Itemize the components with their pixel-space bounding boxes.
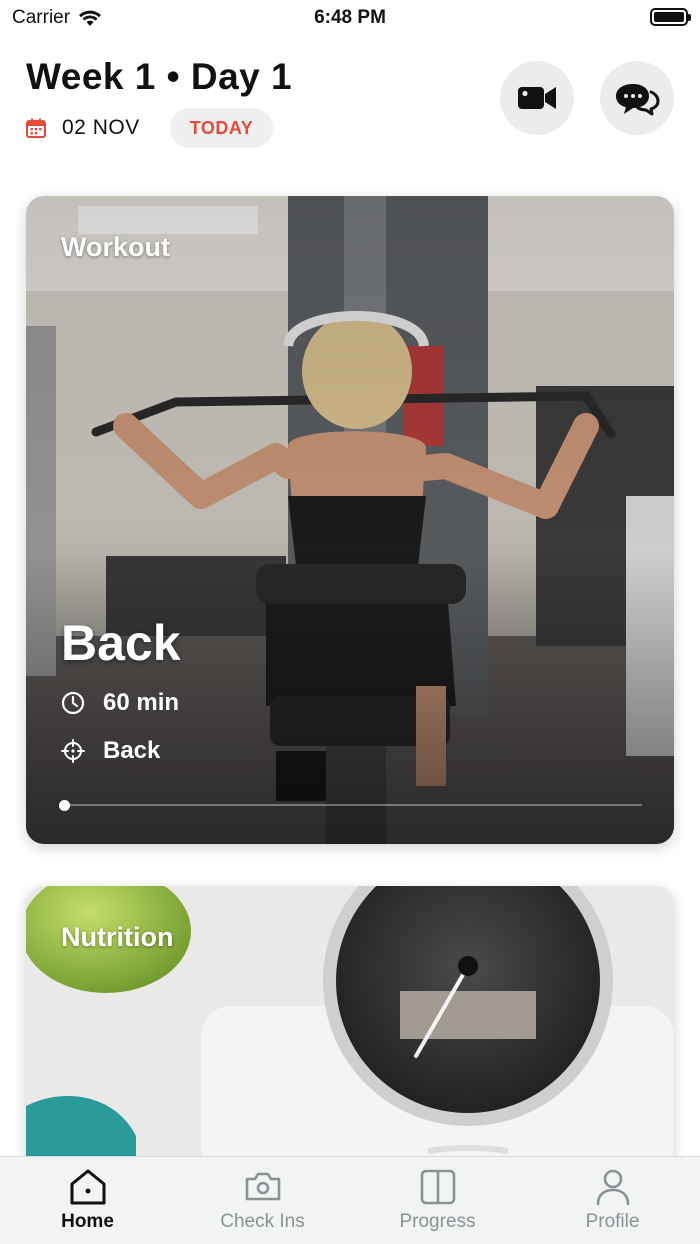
nutrition-section-label: Nutrition xyxy=(61,922,174,952)
camera-icon xyxy=(245,1172,280,1201)
workout-progress-indicator xyxy=(59,800,70,811)
tab-progress-label: Progress xyxy=(399,1211,476,1232)
home-icon xyxy=(70,1169,105,1205)
workout-name: Back xyxy=(61,615,181,671)
date-label: 02 NOV xyxy=(62,116,140,139)
tab-progress[interactable]: Progress xyxy=(350,1157,525,1244)
duration-value: 60 min xyxy=(103,689,180,716)
target-muscle-value: Back xyxy=(103,737,161,764)
tab-home-label: Home xyxy=(61,1211,114,1232)
tab-check-ins[interactable]: Check Ins xyxy=(175,1157,350,1244)
tab-home[interactable]: Home xyxy=(0,1157,175,1244)
date-row: 02 NOV TODAY xyxy=(26,108,274,148)
duration-row: 60 min xyxy=(61,689,179,717)
status-bar: Carrier 6:48 PM xyxy=(0,0,700,36)
clock-icon xyxy=(61,691,85,715)
video-camera-icon xyxy=(518,87,556,109)
crosshair-icon xyxy=(61,739,85,763)
chat-button[interactable] xyxy=(600,61,674,135)
today-button[interactable]: TODAY xyxy=(169,108,274,148)
target-row: Back xyxy=(61,737,160,765)
nutrition-card[interactable]: Nutrition xyxy=(26,886,674,1176)
tab-bar: Home Check Ins Progress Profile xyxy=(0,1156,700,1244)
workout-progress-track xyxy=(64,804,642,806)
video-call-button[interactable] xyxy=(500,61,574,135)
status-time: 6:48 PM xyxy=(314,7,386,28)
tab-profile-label: Profile xyxy=(585,1211,640,1232)
progress-icon xyxy=(420,1169,455,1205)
tab-profile[interactable]: Profile xyxy=(525,1157,700,1244)
calendar-icon xyxy=(26,118,46,138)
tab-check-ins-label: Check Ins xyxy=(220,1211,305,1232)
chat-bubbles-icon xyxy=(616,84,660,116)
workout-card[interactable]: Workout Back 60 min Back xyxy=(26,196,674,844)
workout-section-label: Workout xyxy=(61,232,170,262)
page-title: Week 1 • Day 1 xyxy=(26,56,293,97)
battery-icon xyxy=(650,8,691,26)
profile-icon xyxy=(596,1169,629,1206)
